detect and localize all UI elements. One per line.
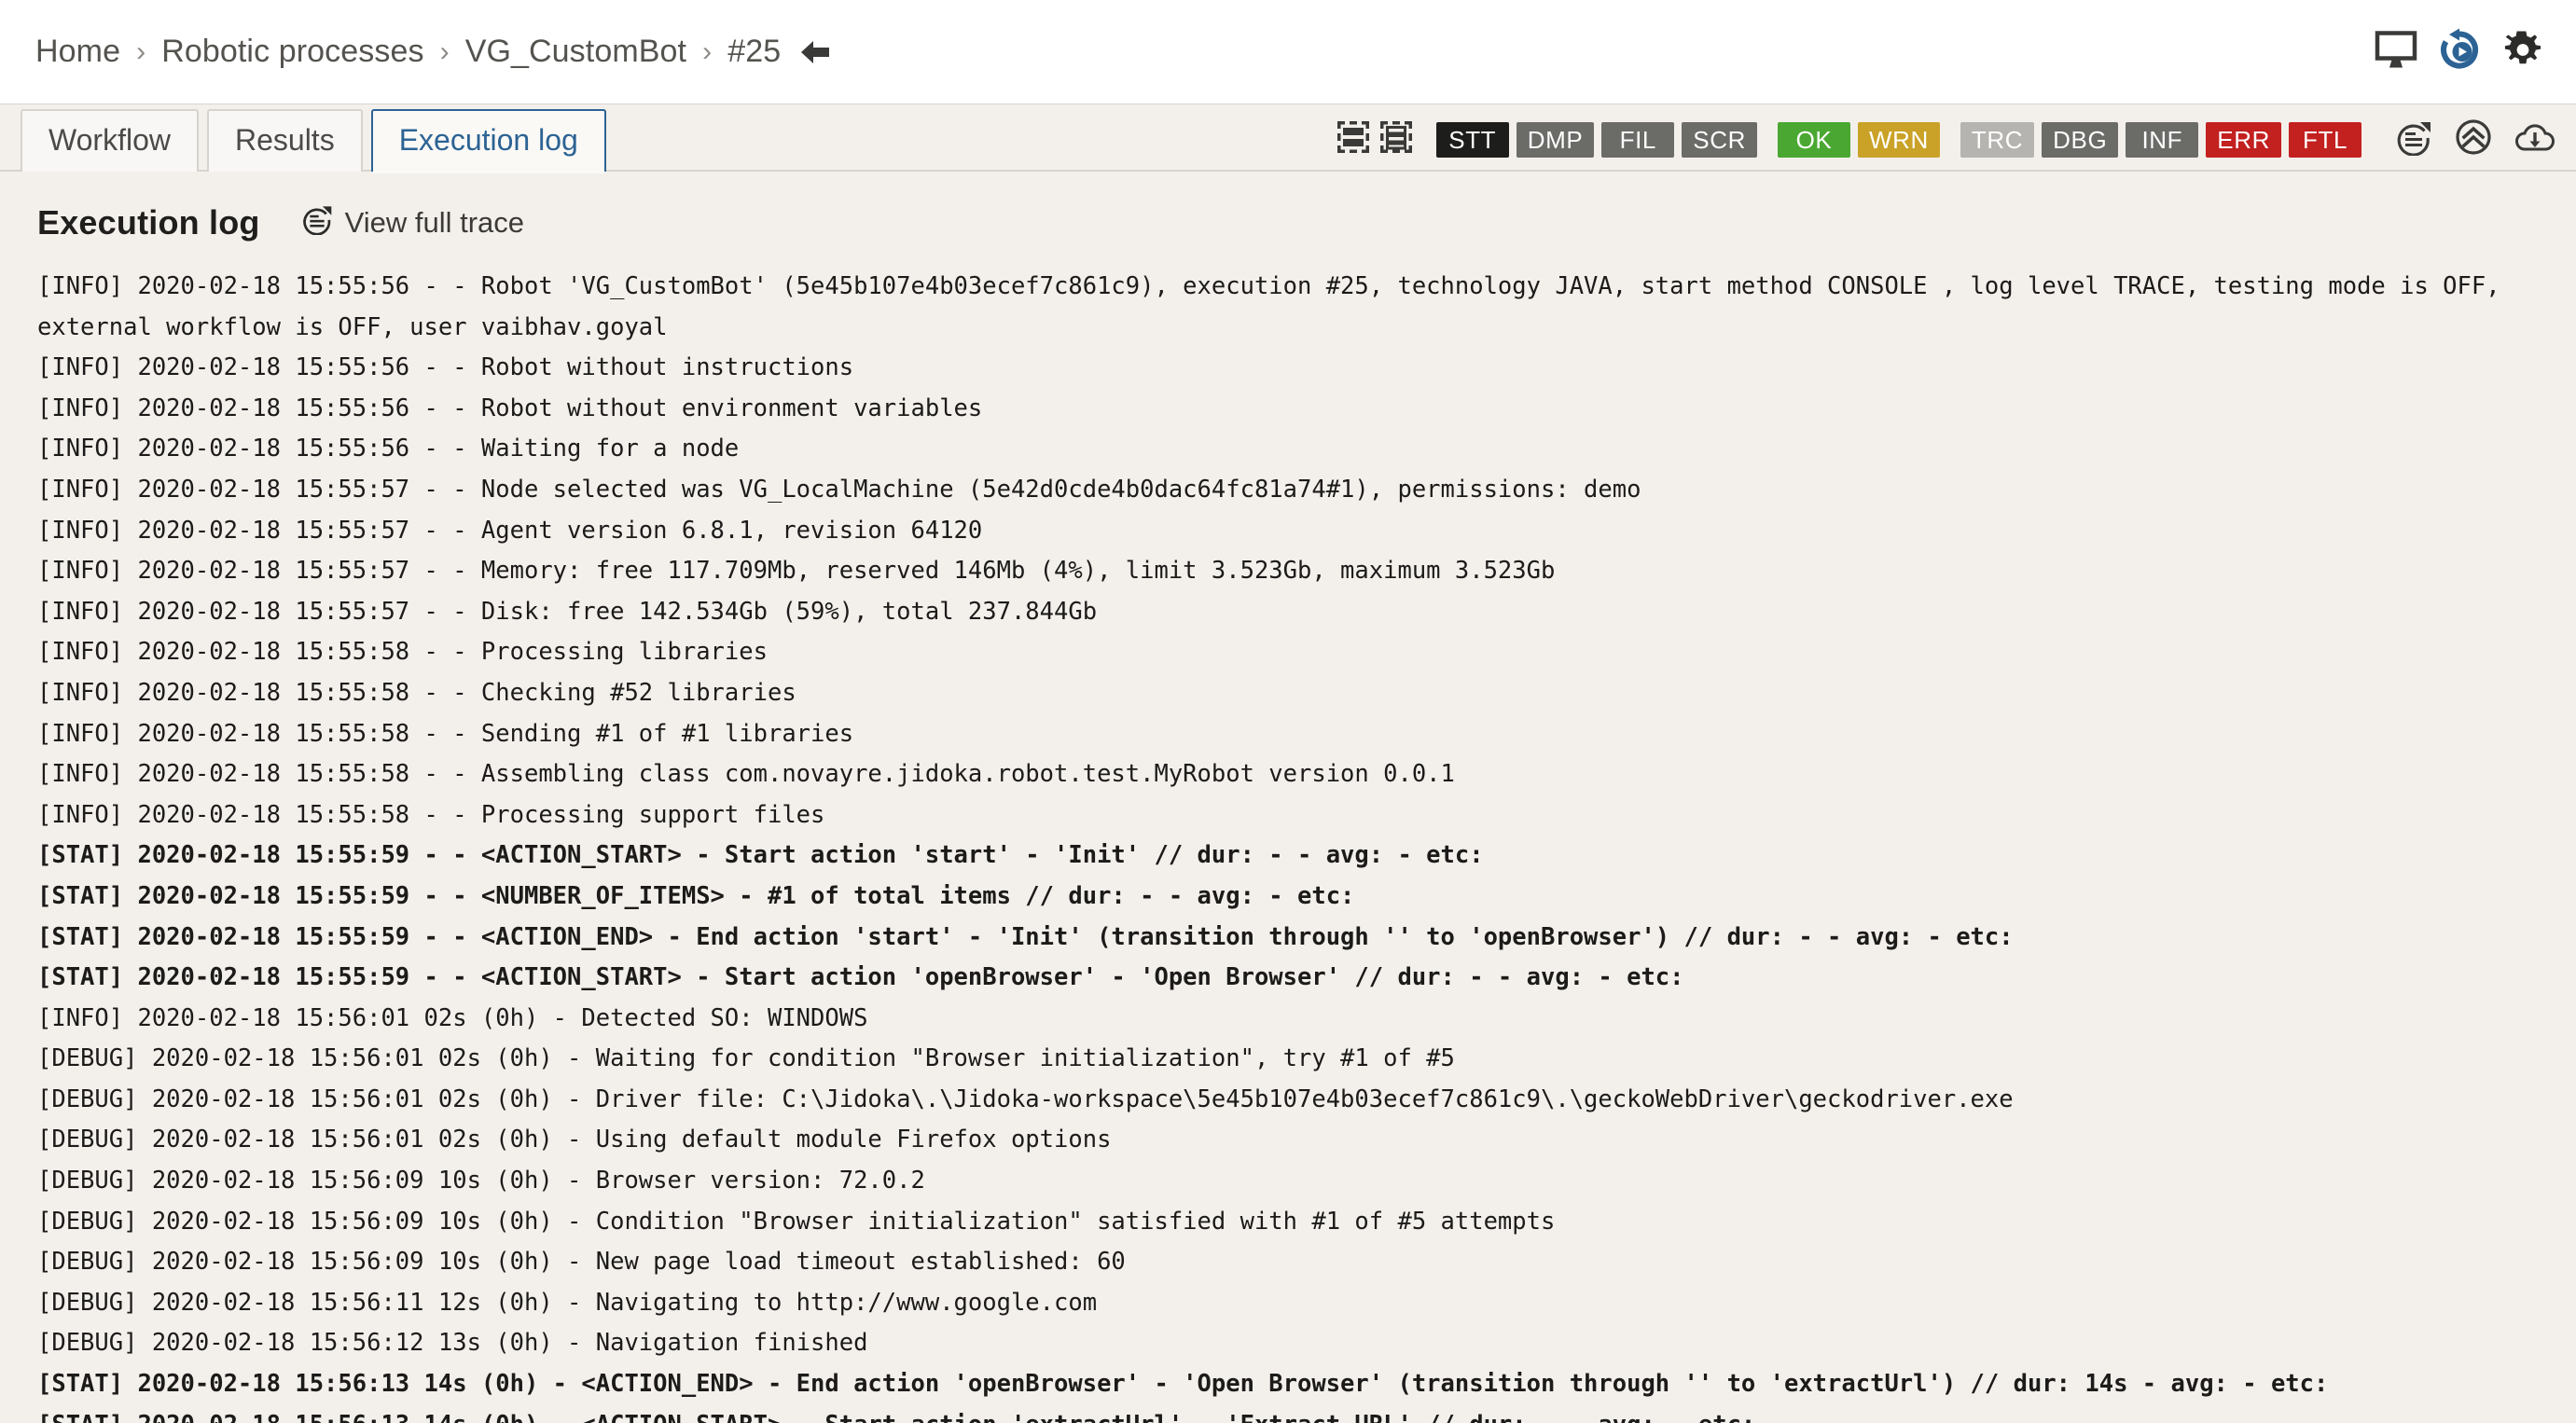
breadcrumb-separator-icon: › <box>439 35 450 67</box>
filter-badge-trc[interactable]: TRC <box>1960 121 2035 158</box>
filter-badge-scr[interactable]: SCR <box>1682 121 1757 158</box>
log-line: [STAT] 2020-02-18 15:56:13 14s (0h) - <A… <box>37 1405 2539 1423</box>
back-arrow-icon[interactable] <box>799 39 831 65</box>
log-line: [INFO] 2020-02-18 15:55:58 - - Sending #… <box>37 719 854 748</box>
badge-group-special: STT DMP FIL SCR <box>1435 121 1757 158</box>
log-line: [INFO] 2020-02-18 15:55:58 - - Processin… <box>37 638 768 667</box>
back-arrow-glyph <box>801 40 830 63</box>
top-bar: Home › Robotic processes › VG_CustomBot … <box>0 0 2576 104</box>
log-line: [STAT] 2020-02-18 15:55:59 - - <ACTION_E… <box>37 922 2014 951</box>
log-line: [INFO] 2020-02-18 15:55:58 - - Processin… <box>37 800 825 829</box>
breadcrumb-item-execution-number[interactable]: #25 <box>727 34 781 70</box>
log-line: [DEBUG] 2020-02-18 15:56:01 02s (0h) - D… <box>37 1085 2014 1113</box>
filter-badge-inf[interactable]: INF <box>2126 121 2199 158</box>
log-line: [INFO] 2020-02-18 15:55:56 - - Robot 'VG… <box>37 272 2514 341</box>
log-line: [DEBUG] 2020-02-18 15:56:01 02s (0h) - U… <box>37 1126 1112 1154</box>
expand-all-icon[interactable] <box>1379 121 1412 158</box>
execution-log-lines[interactable]: [INFO] 2020-02-18 15:55:56 - - Robot 'VG… <box>37 267 2539 1423</box>
log-line: [INFO] 2020-02-18 15:55:56 - - Robot wit… <box>37 394 983 422</box>
breadcrumb: Home › Robotic processes › VG_CustomBot … <box>35 34 831 70</box>
log-filter-toolbar: STT DMP FIL SCR OK WRN TRC DBG INF ERR F… <box>1336 118 2555 160</box>
breadcrumb-separator-icon: › <box>136 35 146 67</box>
log-line: [INFO] 2020-02-18 15:55:57 - - Node sele… <box>37 475 1641 504</box>
top-bar-icon-group <box>2375 28 2544 76</box>
view-full-trace-label: View full trace <box>344 206 525 239</box>
cloud-download-icon[interactable] <box>2514 121 2555 158</box>
view-full-trace-icon <box>301 203 333 242</box>
badge-group-status: OK WRN <box>1777 121 1940 158</box>
log-line: [STAT] 2020-02-18 15:55:59 - - <NUMBER_O… <box>37 881 1355 910</box>
tab-execution-log[interactable]: Execution log <box>370 109 606 173</box>
breadcrumb-item-home[interactable]: Home <box>35 34 120 70</box>
view-full-trace-icon[interactable] <box>2395 118 2432 160</box>
page-title: Execution log <box>37 203 260 242</box>
breadcrumb-item-vg-custombot[interactable]: VG_CustomBot <box>465 34 686 70</box>
view-full-trace-button[interactable]: View full trace <box>301 203 524 242</box>
collapse-all-icon[interactable] <box>1336 121 1369 158</box>
log-line: [INFO] 2020-02-18 15:55:58 - - Assemblin… <box>37 760 1455 789</box>
log-line: [INFO] 2020-02-18 15:56:01 02s (0h) - De… <box>37 1003 868 1032</box>
scroll-to-top-icon[interactable] <box>2455 118 2492 160</box>
log-action-icon-group <box>2395 118 2555 160</box>
view-mode-icon-group <box>1336 121 1412 158</box>
breadcrumb-separator-icon: › <box>702 35 713 67</box>
tab-workflow[interactable]: Workflow <box>21 109 199 172</box>
monitor-icon[interactable] <box>2375 29 2417 75</box>
execution-log-header: Execution log View full trace <box>37 203 2539 242</box>
log-line: [INFO] 2020-02-18 15:55:57 - - Agent ver… <box>37 516 983 545</box>
log-line: [STAT] 2020-02-18 15:56:13 14s (0h) - <A… <box>37 1370 2329 1399</box>
log-line: [INFO] 2020-02-18 15:55:56 - - Robot wit… <box>37 353 854 382</box>
log-line: [INFO] 2020-02-18 15:55:56 - - Waiting f… <box>37 435 740 463</box>
filter-badge-dbg[interactable]: DBG <box>2042 121 2119 158</box>
log-line: [DEBUG] 2020-02-18 15:56:12 13s (0h) - N… <box>37 1329 868 1358</box>
filter-badge-ftl[interactable]: FTL <box>2289 121 2361 158</box>
log-line: [DEBUG] 2020-02-18 15:56:09 10s (0h) - N… <box>37 1248 1126 1277</box>
filter-badge-dmp[interactable]: DMP <box>1516 121 1595 158</box>
tab-list: Workflow Results Execution log <box>21 109 606 173</box>
log-line: [STAT] 2020-02-18 15:55:59 - - <ACTION_S… <box>37 963 1684 992</box>
breadcrumb-item-robotic-processes[interactable]: Robotic processes <box>161 34 423 70</box>
log-line: [DEBUG] 2020-02-18 15:56:09 10s (0h) - B… <box>37 1167 925 1195</box>
filter-badge-fil[interactable]: FIL <box>1601 121 1675 158</box>
log-line: [DEBUG] 2020-02-18 15:56:01 02s (0h) - W… <box>37 1044 1455 1073</box>
log-line: [INFO] 2020-02-18 15:55:57 - - Memory: f… <box>37 557 1556 586</box>
tab-results[interactable]: Results <box>206 109 363 172</box>
log-line: [INFO] 2020-02-18 15:55:58 - - Checking … <box>37 678 796 707</box>
gear-icon[interactable] <box>2501 28 2544 76</box>
filter-badge-err[interactable]: ERR <box>2206 121 2281 158</box>
log-line: [DEBUG] 2020-02-18 15:56:09 10s (0h) - C… <box>37 1207 1556 1236</box>
filter-badge-ok[interactable]: OK <box>1777 121 1850 158</box>
badge-group-levels: TRC DBG INF ERR FTL <box>1960 121 2361 158</box>
log-line: [STAT] 2020-02-18 15:55:59 - - <ACTION_S… <box>37 841 1484 870</box>
filter-badge-stt[interactable]: STT <box>1435 121 1509 158</box>
execution-log-panel: Execution log View full trace [INFO] 202… <box>0 172 2576 1423</box>
tab-strip: Workflow Results Execution log STT DMP F… <box>0 104 2576 173</box>
log-line: [DEBUG] 2020-02-18 15:56:11 12s (0h) - N… <box>37 1288 1098 1317</box>
log-line: [INFO] 2020-02-18 15:55:57 - - Disk: fre… <box>37 597 1098 626</box>
filter-badge-wrn[interactable]: WRN <box>1857 121 1940 158</box>
replay-execution-icon[interactable] <box>2438 28 2481 76</box>
